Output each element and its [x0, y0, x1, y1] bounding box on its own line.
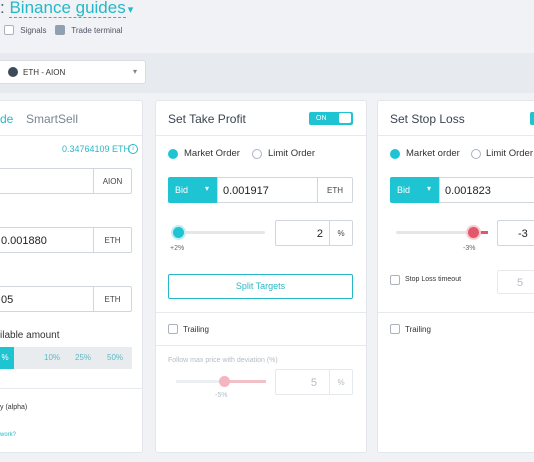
market-order-radio[interactable]: [390, 149, 400, 159]
market-order-radio[interactable]: [168, 149, 178, 159]
stop-loss-timeout-input: 5: [497, 270, 534, 294]
divider: [156, 312, 366, 313]
chevron-down-icon: ▾: [133, 67, 138, 76]
balance-value[interactable]: 0.34764109 ETH: [62, 144, 130, 154]
trailing-checkbox[interactable]: [390, 324, 400, 334]
total-value: 05: [1, 294, 14, 306]
side-selector[interactable]: Bid ▾: [390, 177, 439, 203]
divider: [156, 345, 366, 346]
chevron-down-icon: ▾: [427, 184, 432, 193]
percent-option[interactable]: 25%: [75, 353, 91, 362]
toggle-label: ON: [316, 115, 327, 122]
percent-option[interactable]: 50%: [107, 353, 123, 362]
divider: [0, 135, 142, 136]
tab-partial[interactable]: de: [0, 112, 13, 126]
coin-icon: [8, 67, 18, 77]
follow-slider-label: -5%: [215, 392, 228, 399]
percent-selector: % 10% 25% 50%: [0, 347, 132, 369]
stop-loss-timeout-checkbox[interactable]: [390, 275, 400, 285]
take-profit-toggle[interactable]: ON: [309, 112, 353, 125]
smart-trade-card: de SmartSell 0.34764109 ETH i AION 0.001…: [0, 101, 142, 452]
take-profit-percent-unit: %: [329, 221, 352, 245]
toggle-knob: [339, 113, 351, 123]
stop-loss-toggle[interactable]: [530, 112, 534, 125]
info-icon[interactable]: i: [128, 144, 138, 154]
side-value: Bid: [175, 185, 189, 195]
percent-option-active[interactable]: %: [0, 347, 14, 369]
follow-deviation-label: Follow max price with deviation (%): [168, 357, 278, 364]
trade-terminal-checkbox[interactable]: Trade terminal: [55, 25, 123, 35]
take-profit-percent: 2: [316, 228, 323, 240]
page-title: : Binance guides ▾: [0, 0, 133, 18]
take-profit-price-input[interactable]: 0.001917 ETH: [217, 177, 353, 203]
divider: [0, 388, 142, 389]
stop-loss-slider-track[interactable]: [396, 227, 488, 238]
stop-loss-percent-input[interactable]: -3: [497, 220, 534, 246]
take-profit-slider-track[interactable]: [172, 227, 265, 238]
pair-selector[interactable]: ETH - AION ▾: [0, 60, 146, 84]
trailing-label[interactable]: Trailing: [405, 325, 431, 334]
market-order-label[interactable]: Market order: [406, 148, 460, 159]
stop-loss-card: Set Stop Loss Market order Limit Order B…: [378, 101, 534, 452]
take-profit-card: Set Take Profit ON Market Order Limit Or…: [156, 101, 366, 452]
split-targets-button[interactable]: Split Targets: [168, 274, 353, 299]
take-profit-title: Set Take Profit: [168, 112, 246, 126]
take-profit-slider-label: +2%: [170, 245, 185, 252]
take-profit-percent-input[interactable]: 2 %: [275, 220, 353, 246]
side-selector[interactable]: Bid ▾: [168, 177, 217, 203]
follow-unit: %: [329, 370, 352, 394]
stop-loss-price: 0.001823: [445, 185, 491, 197]
pair-value: ETH - AION: [23, 68, 66, 77]
limit-order-label[interactable]: Limit Order: [268, 148, 315, 159]
market-order-label[interactable]: Market Order: [184, 148, 240, 159]
title-prefix: :: [0, 0, 5, 17]
price-value: 0.001880: [1, 235, 47, 247]
price-input[interactable]: 0.001880 ETH: [0, 227, 132, 253]
take-profit-price-unit: ETH: [317, 178, 352, 202]
amount-unit: AION: [93, 169, 131, 193]
help-link[interactable]: work?: [0, 432, 16, 438]
price-unit: ETH: [93, 228, 131, 252]
stop-loss-timeout-value: 5: [517, 277, 524, 289]
tab-smartsell[interactable]: SmartSell: [26, 112, 78, 126]
signals-checkbox[interactable]: Signals: [4, 25, 46, 35]
stop-loss-percent: -3: [518, 228, 528, 240]
limit-order-radio[interactable]: [471, 149, 481, 159]
limit-order-label[interactable]: Limit Order: [486, 148, 533, 159]
follow-deviation-input: 5 %: [275, 369, 353, 395]
trailing-label[interactable]: Trailing: [183, 325, 209, 334]
trade-terminal-checkbox-box[interactable]: [55, 25, 65, 35]
follow-value: 5: [310, 377, 317, 389]
signals-checkbox-box[interactable]: [4, 25, 14, 35]
divider: [378, 135, 534, 136]
chevron-down-icon: ▾: [205, 184, 210, 193]
stop-loss-timeout-label[interactable]: Stop Loss timeout: [405, 276, 461, 283]
divider: [156, 135, 366, 136]
signals-label: Signals: [20, 25, 47, 35]
divider: [378, 312, 534, 313]
trailing-checkbox[interactable]: [168, 324, 178, 334]
percent-option[interactable]: 10%: [44, 353, 60, 362]
stop-loss-slider-handle[interactable]: [468, 227, 479, 238]
available-amount-label: ilable amount: [0, 330, 60, 341]
total-input[interactable]: 05 ETH: [0, 286, 132, 312]
side-value: Bid: [397, 185, 411, 195]
stop-loss-title: Set Stop Loss: [390, 112, 465, 126]
stop-loss-price-input[interactable]: 0.001823: [439, 177, 534, 203]
follow-slider-fill: [225, 380, 266, 383]
trade-terminal-label: Trade terminal: [71, 25, 123, 35]
account-selector[interactable]: Binance guides: [9, 0, 126, 18]
stop-loss-slider-label: -3%: [463, 245, 476, 252]
take-profit-price: 0.001917: [223, 185, 269, 197]
follow-slider-handle: [219, 376, 230, 387]
chevron-down-icon[interactable]: ▾: [128, 4, 134, 16]
follow-slider-track: [176, 376, 266, 387]
total-unit: ETH: [93, 287, 131, 311]
take-profit-slider-handle[interactable]: [172, 227, 184, 238]
footer-text: y (alpha): [0, 404, 28, 411]
limit-order-radio[interactable]: [252, 149, 262, 159]
amount-input[interactable]: AION: [0, 168, 132, 194]
